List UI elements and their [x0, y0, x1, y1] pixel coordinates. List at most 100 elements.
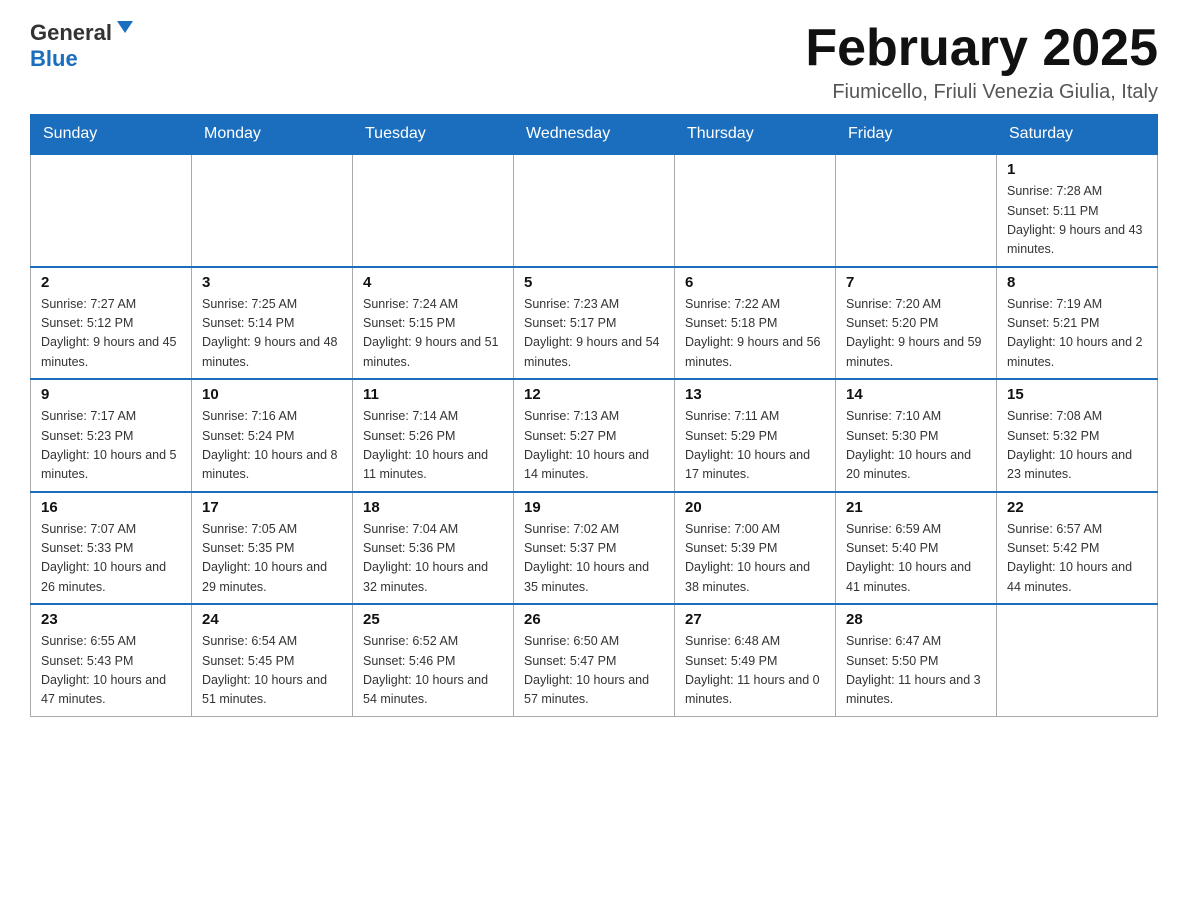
table-row: 1 Sunrise: 7:28 AMSunset: 5:11 PMDaylight… — [997, 154, 1158, 267]
day-number: 3 — [202, 274, 342, 291]
table-row — [353, 154, 514, 267]
table-row: 9 Sunrise: 7:17 AMSunset: 5:23 PMDaylight… — [31, 379, 192, 492]
day-info: Sunrise: 7:23 AMSunset: 5:17 PMDaylight:… — [524, 295, 664, 373]
day-number: 17 — [202, 499, 342, 516]
day-number: 27 — [685, 611, 825, 628]
table-row: 17 Sunrise: 7:05 AMSunset: 5:35 PMDayligh… — [192, 492, 353, 605]
title-block: February 2025 Fiumicello, Friuli Venezia… — [805, 20, 1158, 104]
calendar-table: Sunday Monday Tuesday Wednesday Thursday… — [30, 114, 1158, 717]
month-title: February 2025 — [805, 20, 1158, 77]
day-info: Sunrise: 7:25 AMSunset: 5:14 PMDaylight:… — [202, 295, 342, 373]
header-wednesday: Wednesday — [514, 115, 675, 155]
table-row: 18 Sunrise: 7:04 AMSunset: 5:36 PMDayligh… — [353, 492, 514, 605]
day-info: Sunrise: 6:47 AMSunset: 5:50 PMDaylight:… — [846, 632, 986, 710]
day-info: Sunrise: 6:59 AMSunset: 5:40 PMDaylight:… — [846, 520, 986, 598]
day-number: 13 — [685, 386, 825, 403]
table-row: 10 Sunrise: 7:16 AMSunset: 5:24 PMDayligh… — [192, 379, 353, 492]
day-info: Sunrise: 7:10 AMSunset: 5:30 PMDaylight:… — [846, 407, 986, 485]
day-number: 8 — [1007, 274, 1147, 291]
table-row: 2 Sunrise: 7:27 AMSunset: 5:12 PMDaylight… — [31, 267, 192, 380]
logo-blue: Blue — [30, 46, 78, 71]
header-sunday: Sunday — [31, 115, 192, 155]
day-number: 9 — [41, 386, 181, 403]
day-info: Sunrise: 7:08 AMSunset: 5:32 PMDaylight:… — [1007, 407, 1147, 485]
table-row: 12Sunrise: 7:13 AMSunset: 5:27 PMDayligh… — [514, 379, 675, 492]
day-info: Sunrise: 6:54 AMSunset: 5:45 PMDaylight:… — [202, 632, 342, 710]
logo-arrow-icon — [115, 17, 135, 42]
day-info: Sunrise: 7:02 AMSunset: 5:37 PMDaylight:… — [524, 520, 664, 598]
location-title: Fiumicello, Friuli Venezia Giulia, Italy — [805, 81, 1158, 104]
table-row — [836, 154, 997, 267]
table-row: 26Sunrise: 6:50 AMSunset: 5:47 PMDayligh… — [514, 604, 675, 716]
logo: General Blue — [30, 20, 135, 72]
day-number: 23 — [41, 611, 181, 628]
table-row — [675, 154, 836, 267]
day-info: Sunrise: 7:16 AMSunset: 5:24 PMDaylight:… — [202, 407, 342, 485]
day-info: Sunrise: 7:04 AMSunset: 5:36 PMDaylight:… — [363, 520, 503, 598]
day-number: 14 — [846, 386, 986, 403]
day-number: 16 — [41, 499, 181, 516]
day-info: Sunrise: 7:28 AMSunset: 5:11 PMDaylight:… — [1007, 182, 1147, 260]
calendar-week-2: 2 Sunrise: 7:27 AMSunset: 5:12 PMDaylight… — [31, 267, 1158, 380]
day-info: Sunrise: 7:17 AMSunset: 5:23 PMDaylight:… — [41, 407, 181, 485]
table-row: 14 Sunrise: 7:10 AMSunset: 5:30 PMDayligh… — [836, 379, 997, 492]
calendar-week-1: 1 Sunrise: 7:28 AMSunset: 5:11 PMDaylight… — [31, 154, 1158, 267]
logo-general: General — [30, 20, 112, 46]
day-number: 21 — [846, 499, 986, 516]
table-row — [514, 154, 675, 267]
header-friday: Friday — [836, 115, 997, 155]
day-info: Sunrise: 7:20 AMSunset: 5:20 PMDaylight:… — [846, 295, 986, 373]
table-row: 21 Sunrise: 6:59 AMSunset: 5:40 PMDayligh… — [836, 492, 997, 605]
day-number: 26 — [524, 611, 664, 628]
day-number: 1 — [1007, 161, 1147, 178]
table-row — [192, 154, 353, 267]
header-thursday: Thursday — [675, 115, 836, 155]
day-info: Sunrise: 7:22 AMSunset: 5:18 PMDaylight:… — [685, 295, 825, 373]
day-number: 11 — [363, 386, 503, 403]
header-tuesday: Tuesday — [353, 115, 514, 155]
day-info: Sunrise: 7:27 AMSunset: 5:12 PMDaylight:… — [41, 295, 181, 373]
day-number: 7 — [846, 274, 986, 291]
table-row: 24 Sunrise: 6:54 AMSunset: 5:45 PMDayligh… — [192, 604, 353, 716]
day-number: 5 — [524, 274, 664, 291]
day-number: 2 — [41, 274, 181, 291]
day-number: 4 — [363, 274, 503, 291]
day-info: Sunrise: 6:55 AMSunset: 5:43 PMDaylight:… — [41, 632, 181, 710]
day-number: 19 — [524, 499, 664, 516]
day-info: Sunrise: 6:52 AMSunset: 5:46 PMDaylight:… — [363, 632, 503, 710]
table-row: 15Sunrise: 7:08 AMSunset: 5:32 PMDayligh… — [997, 379, 1158, 492]
day-info: Sunrise: 7:05 AMSunset: 5:35 PMDaylight:… — [202, 520, 342, 598]
table-row: 28 Sunrise: 6:47 AMSunset: 5:50 PMDayligh… — [836, 604, 997, 716]
day-number: 24 — [202, 611, 342, 628]
calendar-week-4: 16 Sunrise: 7:07 AMSunset: 5:33 PMDayligh… — [31, 492, 1158, 605]
table-row: 19 Sunrise: 7:02 AMSunset: 5:37 PMDayligh… — [514, 492, 675, 605]
day-info: Sunrise: 7:07 AMSunset: 5:33 PMDaylight:… — [41, 520, 181, 598]
table-row: 5 Sunrise: 7:23 AMSunset: 5:17 PMDaylight… — [514, 267, 675, 380]
day-number: 12 — [524, 386, 664, 403]
table-row: 6Sunrise: 7:22 AMSunset: 5:18 PMDaylight… — [675, 267, 836, 380]
table-row: 25 Sunrise: 6:52 AMSunset: 5:46 PMDayligh… — [353, 604, 514, 716]
day-info: Sunrise: 6:57 AMSunset: 5:42 PMDaylight:… — [1007, 520, 1147, 598]
day-number: 28 — [846, 611, 986, 628]
day-number: 18 — [363, 499, 503, 516]
page-header: General Blue February 2025 Fiumicello, F… — [30, 20, 1158, 104]
day-number: 10 — [202, 386, 342, 403]
table-row: 16 Sunrise: 7:07 AMSunset: 5:33 PMDayligh… — [31, 492, 192, 605]
day-info: Sunrise: 7:00 AMSunset: 5:39 PMDaylight:… — [685, 520, 825, 598]
table-row: 3 Sunrise: 7:25 AMSunset: 5:14 PMDaylight… — [192, 267, 353, 380]
table-row: 13Sunrise: 7:11 AMSunset: 5:29 PMDayligh… — [675, 379, 836, 492]
table-row: 11 Sunrise: 7:14 AMSunset: 5:26 PMDayligh… — [353, 379, 514, 492]
table-row: 20 Sunrise: 7:00 AMSunset: 5:39 PMDayligh… — [675, 492, 836, 605]
day-number: 25 — [363, 611, 503, 628]
day-number: 20 — [685, 499, 825, 516]
header-monday: Monday — [192, 115, 353, 155]
header-saturday: Saturday — [997, 115, 1158, 155]
day-info: Sunrise: 6:48 AMSunset: 5:49 PMDaylight:… — [685, 632, 825, 710]
table-row: 27 Sunrise: 6:48 AMSunset: 5:49 PMDayligh… — [675, 604, 836, 716]
table-row: 8 Sunrise: 7:19 AMSunset: 5:21 PMDaylight… — [997, 267, 1158, 380]
day-number: 22 — [1007, 499, 1147, 516]
day-info: Sunrise: 7:14 AMSunset: 5:26 PMDaylight:… — [363, 407, 503, 485]
table-row: 22 Sunrise: 6:57 AMSunset: 5:42 PMDayligh… — [997, 492, 1158, 605]
day-info: Sunrise: 7:19 AMSunset: 5:21 PMDaylight:… — [1007, 295, 1147, 373]
calendar-week-3: 9 Sunrise: 7:17 AMSunset: 5:23 PMDaylight… — [31, 379, 1158, 492]
